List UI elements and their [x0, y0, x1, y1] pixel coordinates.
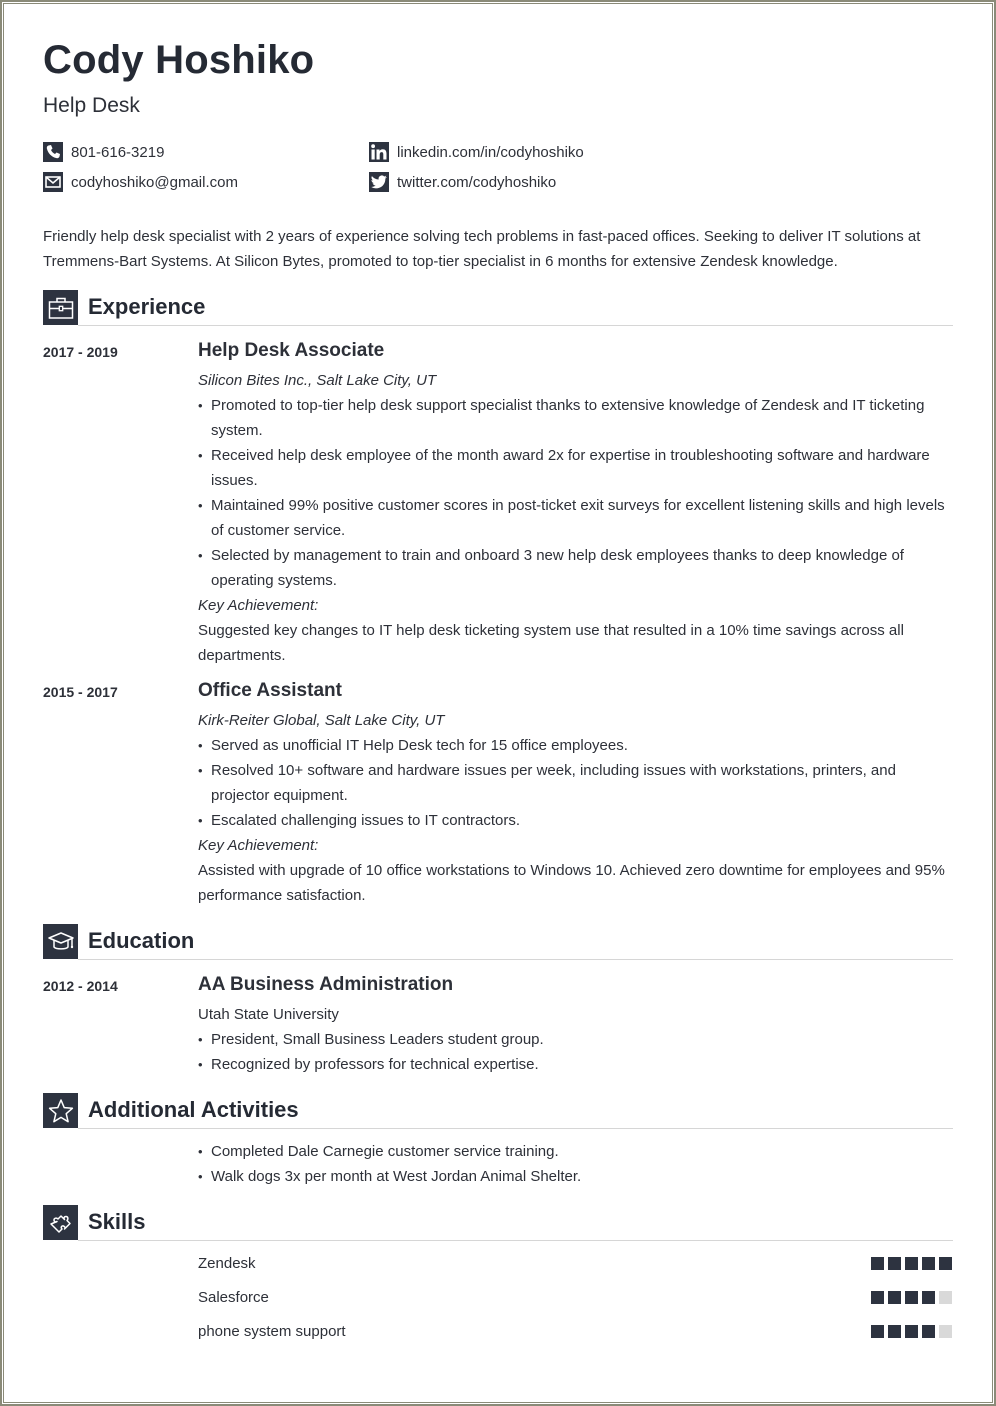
skills-section-header: Skills — [43, 1205, 953, 1241]
job-bullets: Promoted to top-tier help desk support s… — [198, 393, 953, 593]
job-dates: 2015 - 2017 — [43, 684, 118, 700]
skill-dot-empty — [939, 1291, 952, 1304]
experience-section-header: Experience — [43, 290, 953, 326]
activities-section-header: Additional Activities — [43, 1093, 953, 1129]
skill-row: phone system support — [198, 1323, 953, 1343]
job-entry: Office Assistant Kirk-Reiter Global, Sal… — [198, 679, 953, 908]
skill-level-meter — [871, 1325, 952, 1338]
job-bullet: Escalated challenging issues to IT contr… — [198, 808, 953, 833]
job-bullet: Promoted to top-tier help desk support s… — [198, 393, 953, 443]
skill-dot-filled — [922, 1291, 935, 1304]
briefcase-icon — [43, 290, 78, 325]
phone-text: 801-616-3219 — [71, 143, 165, 161]
school-name: Utah State University — [198, 1006, 339, 1023]
job-bullet: Selected by management to train and onbo… — [198, 543, 953, 593]
skill-level-meter — [871, 1257, 952, 1270]
key-achievement-label: Key Achievement: — [198, 837, 319, 854]
twitter-icon — [369, 172, 389, 192]
skill-dot-filled — [871, 1325, 884, 1338]
education-bullets: President, Small Business Leaders studen… — [198, 1027, 953, 1077]
activities-entry: Completed Dale Carnegie customer service… — [198, 1139, 953, 1189]
phone-icon — [43, 142, 63, 162]
skill-dot-filled — [905, 1325, 918, 1338]
job-bullet: Received help desk employee of the month… — [198, 443, 953, 493]
education-entry: AA Business Administration Utah State Un… — [198, 973, 953, 1077]
twitter-link[interactable]: twitter.com/codyhoshiko — [397, 174, 556, 191]
job-company: Kirk-Reiter Global, Salt Lake City, UT — [198, 712, 445, 729]
education-dates: 2012 - 2014 — [43, 978, 118, 994]
activities-heading: Additional Activities — [88, 1097, 299, 1122]
skill-dot-filled — [939, 1257, 952, 1270]
email-link[interactable]: codyhoshiko@gmail.com — [71, 174, 238, 191]
linkedin-link[interactable]: linkedin.com/in/codyhoshiko — [397, 144, 584, 161]
job-title: Office Assistant — [198, 680, 342, 701]
experience-heading: Experience — [88, 294, 206, 319]
linkedin-icon — [369, 142, 389, 162]
contact-phone: 801-616-3219 — [43, 142, 164, 162]
education-bullet: President, Small Business Leaders studen… — [198, 1027, 953, 1052]
skill-dot-filled — [905, 1257, 918, 1270]
skill-row: Salesforce — [198, 1289, 953, 1309]
education-section-header: Education — [43, 924, 953, 960]
skill-dot-filled — [871, 1291, 884, 1304]
skill-dot-filled — [922, 1325, 935, 1338]
candidate-name: Cody Hoshiko — [43, 38, 315, 82]
candidate-title: Help Desk — [43, 94, 140, 117]
contact-linkedin[interactable]: linkedin.com/in/codyhoshiko — [369, 142, 584, 162]
skill-level-meter — [871, 1291, 952, 1304]
skill-dot-empty — [939, 1325, 952, 1338]
skill-dot-filled — [871, 1257, 884, 1270]
graduation-cap-icon — [43, 924, 78, 959]
profile-summary: Friendly help desk specialist with 2 yea… — [43, 228, 921, 270]
activities-bullets: Completed Dale Carnegie customer service… — [198, 1139, 953, 1189]
job-bullet: Maintained 99% positive customer scores … — [198, 493, 953, 543]
skill-name: phone system support — [198, 1323, 346, 1340]
skill-dot-filled — [922, 1257, 935, 1270]
activity-bullet: Walk dogs 3x per month at West Jordan An… — [198, 1164, 953, 1189]
activity-bullet: Completed Dale Carnegie customer service… — [198, 1139, 953, 1164]
skill-dot-filled — [905, 1291, 918, 1304]
email-icon — [43, 172, 63, 192]
skill-dot-filled — [888, 1257, 901, 1270]
skill-dot-filled — [888, 1291, 901, 1304]
job-company: Silicon Bites Inc., Salt Lake City, UT — [198, 372, 437, 389]
skill-name: Zendesk — [198, 1255, 256, 1272]
job-bullet: Served as unofficial IT Help Desk tech f… — [198, 733, 953, 758]
contact-twitter[interactable]: twitter.com/codyhoshiko — [369, 172, 556, 192]
job-title: Help Desk Associate — [198, 340, 385, 361]
skill-name: Salesforce — [198, 1289, 269, 1306]
education-heading: Education — [88, 928, 195, 953]
key-achievement-label: Key Achievement: — [198, 597, 319, 614]
skills-heading: Skills — [88, 1209, 146, 1234]
section-divider — [78, 1240, 953, 1241]
section-divider — [78, 959, 953, 960]
job-bullets: Served as unofficial IT Help Desk tech f… — [198, 733, 953, 833]
section-divider — [78, 325, 953, 326]
puzzle-icon — [43, 1205, 78, 1240]
skill-row: Zendesk — [198, 1255, 953, 1275]
job-entry: Help Desk Associate Silicon Bites Inc., … — [198, 339, 953, 668]
skill-dot-filled — [888, 1325, 901, 1338]
key-achievement-text: Assisted with upgrade of 10 office works… — [198, 862, 945, 904]
job-bullet: Resolved 10+ software and hardware issue… — [198, 758, 953, 808]
contact-email[interactable]: codyhoshiko@gmail.com — [43, 172, 238, 192]
star-icon — [43, 1093, 78, 1128]
section-divider — [78, 1128, 953, 1129]
degree-title: AA Business Administration — [198, 974, 454, 995]
job-dates: 2017 - 2019 — [43, 344, 118, 360]
education-bullet: Recognized by professors for technical e… — [198, 1052, 953, 1077]
key-achievement-text: Suggested key changes to IT help desk ti… — [198, 622, 904, 664]
